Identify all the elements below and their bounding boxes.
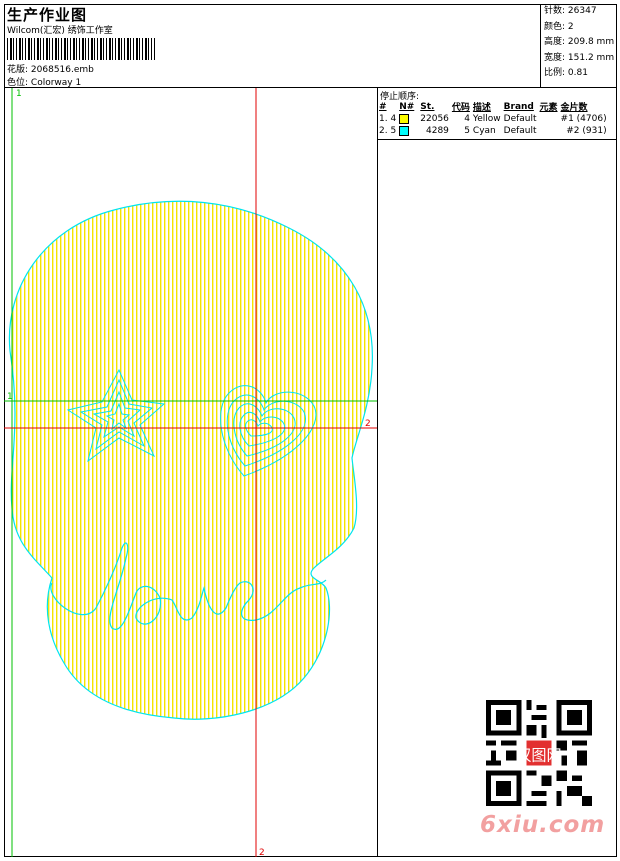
color-desc: Yellow (472, 114, 501, 124)
company-name: Wilcom(汇宏) 绣饰工作室 (7, 26, 113, 36)
design-name: 花版: 2068516.emb (7, 62, 94, 75)
color-swatch (399, 125, 410, 136)
color-code: 5 (464, 126, 470, 136)
stat-value: 0.81 (567, 68, 588, 79)
stitch-count: 4289 (426, 126, 449, 136)
brand: Default (503, 126, 537, 136)
stat-value: 2 (567, 21, 574, 32)
colorway-value: Colorway 1 (30, 78, 82, 88)
col-header: 金片数 (560, 103, 588, 113)
stat-scale: 比例: 0.81 (544, 66, 617, 82)
col-header: 代码 (451, 103, 470, 113)
watermark: 6xiu.com (480, 812, 606, 838)
color-swatch (399, 113, 410, 124)
stop-sequence-panel: 停止顺序: # N# St. 代码 描述 Brand 元素 金片数 1. 4 2… (378, 88, 617, 140)
element (540, 113, 561, 125)
stat-colors: 颜色: 2 (544, 20, 617, 36)
stat-label: 比例: (544, 68, 566, 79)
stat-label: 颜色: (544, 21, 566, 32)
table-row[interactable]: 2. 5 4289 5 Cyan Default #2 (931) (379, 125, 610, 137)
header: 生产作业图 Wilcom(汇宏) 绣饰工作室 花版: 2068516.emb 色… (4, 4, 617, 88)
colorway: 色位: Colorway 1 (7, 75, 81, 88)
design-value: 2068516.emb (30, 65, 94, 75)
stop-index: 2. 5 (379, 126, 397, 136)
stat-label: 针数: (544, 6, 566, 16)
color-desc: Cyan (472, 126, 496, 136)
seal-text: 汉图网 (516, 747, 561, 765)
embroidery-preview: 1 1 2 2 (4, 88, 377, 857)
stat-height: 高度: 209.8 mm (544, 35, 617, 51)
element (540, 125, 561, 137)
design-canvas[interactable]: 1 1 2 2 (4, 88, 378, 857)
color-swatch-cell (399, 125, 417, 137)
stat-value: 26347 (567, 6, 597, 16)
color-code: 4 (464, 114, 470, 124)
sequin-count: #1 (4706) (560, 114, 607, 124)
stat-value: 209.8 mm (567, 37, 615, 48)
col-header: 元素 (539, 103, 558, 113)
colorway-label: 色位: (7, 78, 29, 88)
barcode (7, 38, 155, 60)
col-header: # (379, 101, 387, 112)
stat-value: 151.2 mm (567, 52, 615, 63)
marker-left-1: 1 (7, 392, 13, 402)
stat-label: 宽度: (544, 52, 566, 63)
stats-panel: 针数: 26347 颜色: 2 高度: 209.8 mm 宽度: 151.2 m… (540, 4, 617, 88)
stop-index: 1. 4 (379, 114, 397, 124)
table-row[interactable]: 1. 4 22056 4 Yellow Default #1 (4706) (379, 113, 610, 125)
col-header: N# (399, 101, 415, 112)
color-swatch-cell (399, 113, 417, 125)
stat-label: 高度: (544, 37, 566, 48)
qr-code: 汉图网 (486, 700, 592, 806)
page-title: 生产作业图 (7, 6, 88, 24)
brand: Default (503, 114, 537, 124)
stat-width: 宽度: 151.2 mm (544, 51, 617, 67)
col-header: 描述 (472, 103, 491, 113)
table-header-row: # N# St. 代码 描述 Brand 元素 金片数 (379, 100, 610, 114)
col-header: St. (420, 101, 435, 112)
stat-stitches: 针数: 26347 (544, 4, 617, 20)
marker-bottom-2: 2 (259, 848, 265, 857)
stop-sequence-table: # N# St. 代码 描述 Brand 元素 金片数 1. 4 22056 4… (379, 100, 610, 137)
design-label: 花版: (7, 65, 29, 75)
stitch-count: 22056 (420, 114, 449, 124)
marker-right-2: 2 (365, 419, 371, 429)
marker-top-1: 1 (16, 89, 22, 99)
col-header: Brand (503, 101, 534, 112)
skull-fill (9, 201, 373, 720)
sequin-count: #2 (931) (566, 126, 607, 136)
